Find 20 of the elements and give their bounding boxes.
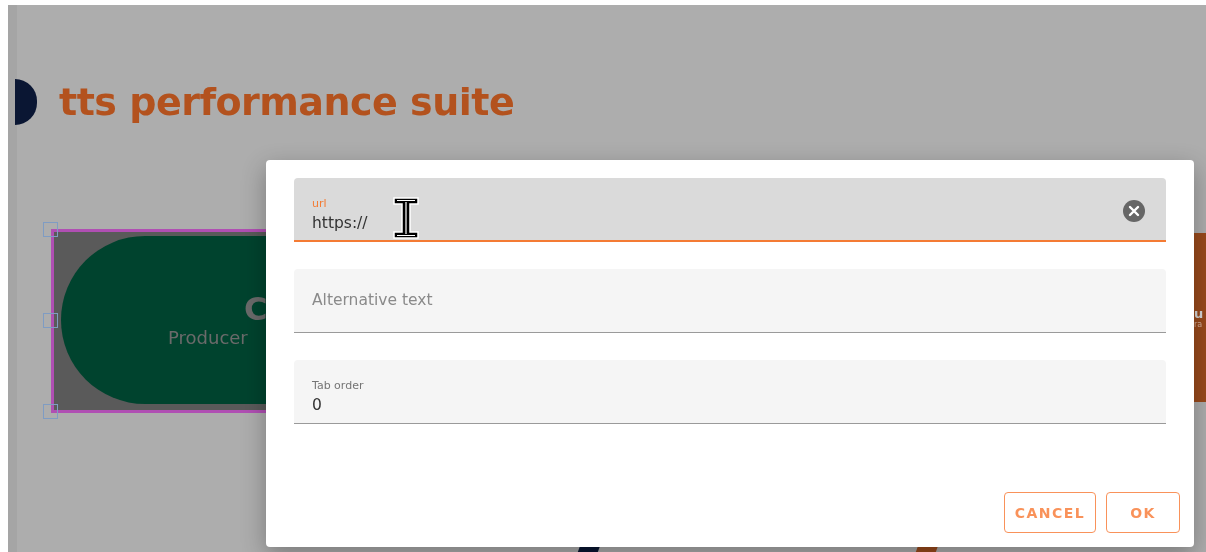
field-label: Tab order [312, 379, 364, 392]
input-field[interactable]: url https:// [294, 178, 1166, 242]
card-subtitle: Producer [168, 327, 248, 349]
card-subtitle: ra [1194, 319, 1203, 329]
card-heading: C [244, 291, 268, 328]
card-heading: u [1194, 306, 1204, 320]
field-label: url [312, 196, 327, 210]
field-placeholder: Alternative text [312, 290, 433, 309]
text-cursor-icon [392, 196, 420, 240]
resize-handle[interactable] [43, 222, 58, 237]
clear-icon[interactable] [1123, 200, 1145, 222]
input-field[interactable]: Alternative text [294, 269, 1166, 333]
field-value: https:// [312, 213, 368, 232]
field-value: 0 [312, 396, 322, 414]
resize-handle[interactable] [43, 313, 58, 328]
cancel-button[interactable]: CANCEL [1004, 492, 1096, 533]
input-field[interactable]: Tab order 0 [294, 360, 1166, 424]
page-title: tts performance suite [59, 80, 515, 124]
resize-handle[interactable] [43, 404, 58, 419]
ok-button[interactable]: OK [1106, 492, 1180, 533]
